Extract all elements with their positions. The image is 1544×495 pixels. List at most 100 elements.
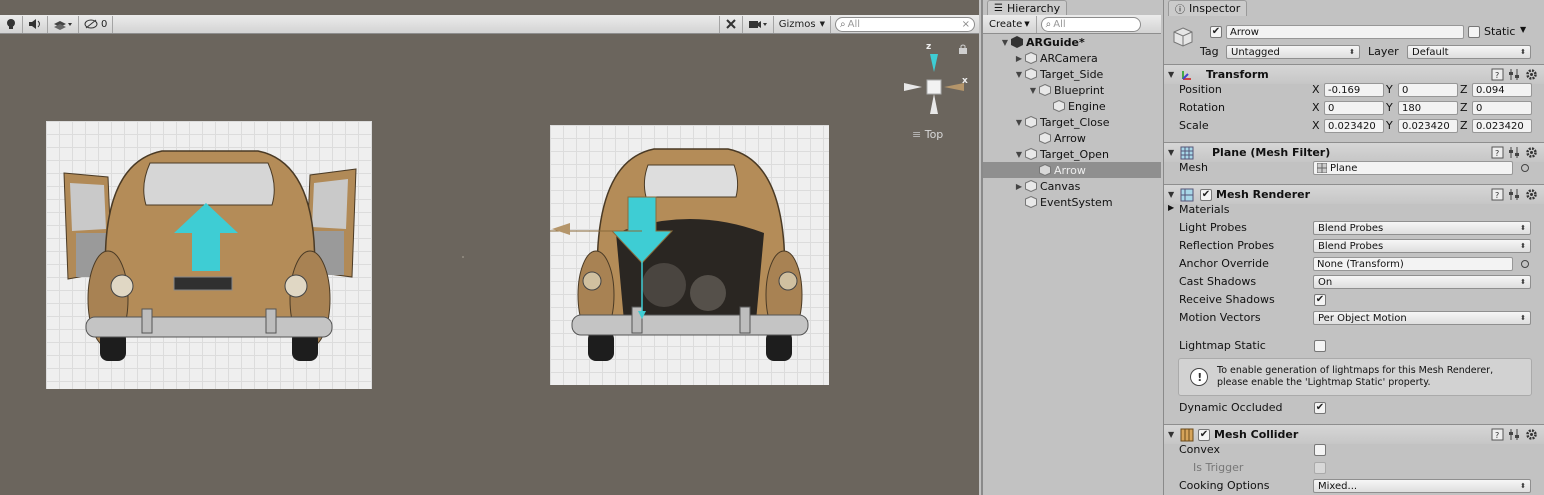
hierarchy-item[interactable]: ▶ ARCamera: [983, 50, 1161, 66]
help-book-icon[interactable]: ?: [1491, 188, 1504, 201]
help-book-icon[interactable]: ?: [1491, 68, 1504, 81]
position-z-axis-label[interactable]: Z: [1460, 83, 1468, 96]
gear-icon[interactable]: [1525, 188, 1538, 201]
expand-arrow-icon[interactable]: ▶: [1013, 182, 1025, 191]
object-picker-icon[interactable]: [1521, 260, 1529, 268]
position-z-field[interactable]: 0.094: [1472, 83, 1532, 97]
mesh-collider-enabled-checkbox[interactable]: ✔: [1198, 428, 1210, 441]
light-probes-dropdown[interactable]: Blend Probes ⬍: [1313, 221, 1531, 235]
anchor-override-field[interactable]: None (Transform): [1313, 257, 1513, 271]
cast-shadows-dropdown[interactable]: On ⬍: [1313, 275, 1531, 289]
position-x-field[interactable]: -0.169: [1324, 83, 1384, 97]
foldout-arrow-icon[interactable]: ▼: [1168, 430, 1180, 439]
hierarchy-item[interactable]: ▼ Target_Side: [983, 66, 1161, 82]
expand-arrow-icon[interactable]: ▼: [1027, 86, 1039, 95]
reflection-probes-dropdown[interactable]: Blend Probes ⬍: [1313, 239, 1531, 253]
rotation-z-field[interactable]: 0: [1472, 101, 1532, 115]
active-checkbox[interactable]: ✔: [1210, 26, 1222, 38]
view-mode-label[interactable]: ≡ Top: [912, 128, 943, 141]
hierarchy-item[interactable]: Arrow: [983, 130, 1161, 146]
expand-arrow-icon[interactable]: ▶: [1013, 54, 1025, 63]
hidden-objects-toggle[interactable]: 0: [79, 15, 114, 33]
mesh-object-field[interactable]: Plane: [1313, 161, 1513, 175]
motion-vectors-dropdown[interactable]: Per Object Motion ⬍: [1313, 311, 1531, 325]
tag-dropdown[interactable]: Untagged ⬍: [1226, 45, 1360, 59]
clear-search-icon[interactable]: ×: [962, 19, 970, 30]
scale-x-axis-label[interactable]: X: [1312, 119, 1320, 132]
rotation-y-axis-label[interactable]: Y: [1386, 101, 1393, 114]
image-target-open[interactable]: [550, 125, 829, 385]
scale-z-axis-label[interactable]: Z: [1460, 119, 1468, 132]
rotation-y-field[interactable]: 180: [1398, 101, 1458, 115]
preset-icon[interactable]: [1508, 188, 1521, 201]
lighting-toggle-button[interactable]: [0, 15, 23, 33]
receive-shadows-checkbox[interactable]: ✔: [1314, 294, 1326, 306]
scene-search-input[interactable]: ⌕ All ×: [835, 16, 975, 32]
tab-hierarchy[interactable]: ☰ Hierarchy: [987, 0, 1068, 16]
rotation-z-axis-label[interactable]: Z: [1460, 101, 1468, 114]
hierarchy-item[interactable]: EventSystem: [983, 194, 1161, 210]
layer-dropdown[interactable]: Default ⬍: [1407, 45, 1531, 59]
rotation-x-axis-label[interactable]: X: [1312, 101, 1320, 114]
scale-y-axis-label[interactable]: Y: [1386, 119, 1393, 132]
hierarchy-search-input[interactable]: ⌕ All: [1040, 16, 1141, 32]
transform-header[interactable]: ▼ Transform ?: [1164, 64, 1544, 84]
hierarchy-item[interactable]: ▶ Canvas: [983, 178, 1161, 194]
chevron-down-icon[interactable]: ▼: [1520, 25, 1526, 34]
foldout-arrow-icon[interactable]: ▼: [1168, 148, 1180, 157]
position-y-field[interactable]: 0: [1398, 83, 1458, 97]
preset-icon[interactable]: [1508, 428, 1521, 441]
hierarchy-item[interactable]: ▼ Target_Close: [983, 114, 1161, 130]
gear-icon[interactable]: [1525, 428, 1538, 441]
cooking-options-dropdown[interactable]: Mixed... ⬍: [1313, 479, 1531, 493]
object-picker-icon[interactable]: [1521, 164, 1529, 172]
effects-dropdown[interactable]: [48, 15, 79, 33]
hierarchy-item[interactable]: Arrow: [983, 162, 1161, 178]
static-checkbox[interactable]: [1468, 26, 1480, 38]
gear-icon[interactable]: [1525, 68, 1538, 81]
rotation-x-field[interactable]: 0: [1324, 101, 1384, 115]
dynamic-occluded-checkbox[interactable]: ✔: [1314, 402, 1326, 414]
mesh-renderer-enabled-checkbox[interactable]: ✔: [1200, 188, 1212, 201]
expand-arrow-icon[interactable]: ▼: [999, 38, 1011, 47]
foldout-arrow-icon[interactable]: ▼: [1168, 70, 1180, 79]
gear-icon[interactable]: [1525, 146, 1538, 159]
expand-arrow-icon[interactable]: ▼: [1013, 70, 1025, 79]
foldout-arrow-icon[interactable]: ▼: [1168, 190, 1180, 199]
audio-toggle-button[interactable]: [23, 15, 48, 33]
mesh-filter-header[interactable]: ▼ Plane (Mesh Filter) ?: [1164, 142, 1544, 162]
materials-foldout-icon[interactable]: ▶: [1168, 203, 1174, 212]
create-button[interactable]: Create ▼: [983, 15, 1037, 33]
convex-checkbox[interactable]: [1314, 444, 1326, 456]
help-book-icon[interactable]: ?: [1491, 428, 1504, 441]
hierarchy-item[interactable]: Engine: [983, 98, 1161, 114]
scale-z-field[interactable]: 0.023420: [1472, 119, 1532, 133]
preset-icon[interactable]: [1508, 68, 1521, 81]
chevron-updown-icon: ⬍: [1520, 278, 1526, 286]
lock-icon[interactable]: [958, 44, 968, 54]
object-name-field[interactable]: Arrow: [1226, 25, 1464, 39]
scale-y-field[interactable]: 0.023420: [1398, 119, 1458, 133]
mesh-collider-header[interactable]: ▼ ✔ Mesh Collider ?: [1164, 424, 1544, 444]
scene-tools-button[interactable]: [718, 15, 743, 33]
materials-label[interactable]: Materials: [1179, 203, 1229, 216]
image-target-side[interactable]: [46, 121, 372, 389]
camera-dropdown[interactable]: [743, 15, 774, 33]
mesh-renderer-header[interactable]: ▼ ✔ Mesh Renderer ?: [1164, 184, 1544, 204]
position-x-axis-label[interactable]: X: [1312, 83, 1320, 96]
scale-x-field[interactable]: 0.023420: [1324, 119, 1384, 133]
gameobject-cube-icon: [1039, 84, 1051, 96]
hierarchy-item[interactable]: ▼ Blueprint: [983, 82, 1161, 98]
expand-arrow-icon[interactable]: ▼: [1013, 118, 1025, 127]
gizmos-dropdown[interactable]: Gizmos ▼: [774, 15, 831, 33]
transform-handle-x[interactable]: [550, 222, 580, 236]
tab-inspector[interactable]: ⓘ Inspector: [1168, 0, 1248, 16]
help-book-icon[interactable]: ?: [1491, 146, 1504, 159]
lightmap-static-checkbox[interactable]: [1314, 340, 1326, 352]
position-y-axis-label[interactable]: Y: [1386, 83, 1393, 96]
hierarchy-item[interactable]: ▼ Target_Open: [983, 146, 1161, 162]
preset-icon[interactable]: [1508, 146, 1521, 159]
hierarchy-root[interactable]: ▼ ARGuide*: [983, 34, 1161, 50]
expand-arrow-icon[interactable]: ▼: [1013, 150, 1025, 159]
scene-view[interactable]: 0 Gizmos ▼ ⌕ All × z x ≡ Top: [0, 0, 979, 495]
